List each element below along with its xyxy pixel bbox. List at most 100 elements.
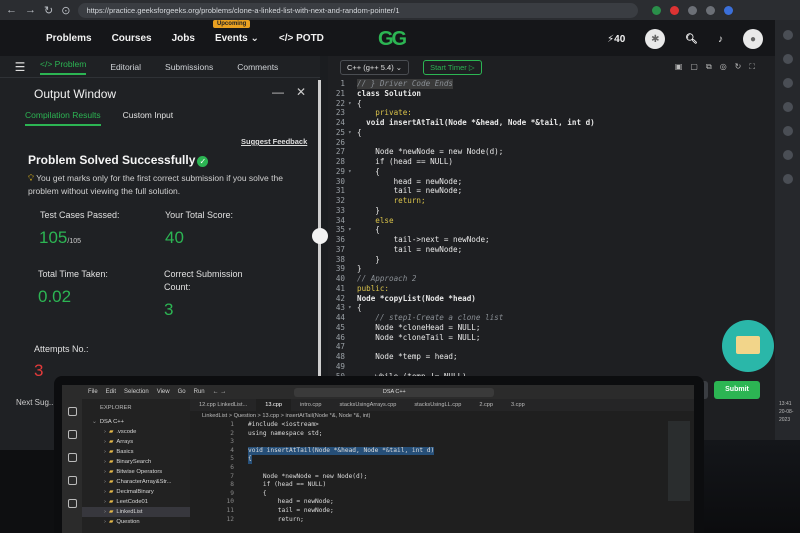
fold-chevron-icon[interactable] — [348, 274, 357, 284]
tree-folder[interactable]: › ▰ Question — [82, 517, 190, 527]
explorer-icon[interactable] — [67, 407, 77, 416]
fold-chevron-icon[interactable]: ▾ — [348, 303, 357, 313]
fold-chevron-icon[interactable] — [348, 323, 357, 333]
extension-icon[interactable] — [706, 5, 716, 15]
gfg-logo[interactable]: GG — [378, 28, 407, 51]
fold-chevron-icon[interactable] — [348, 196, 357, 206]
editor-tab[interactable]: stacksUsingLL.cpp — [405, 399, 470, 411]
menu-run[interactable]: Run — [194, 389, 205, 395]
editor-tab[interactable]: stacksUsingArrays.cpp — [330, 399, 405, 411]
fold-chevron-icon[interactable] — [348, 342, 357, 352]
fold-chevron-icon[interactable] — [348, 147, 357, 157]
fold-chevron-icon[interactable] — [348, 362, 357, 372]
extensions-icon[interactable] — [67, 476, 77, 485]
nav-events[interactable]: Upcoming Events ⌄ — [212, 19, 259, 44]
fold-chevron-icon[interactable] — [348, 264, 357, 274]
sidebar-icon[interactable] — [782, 174, 793, 184]
sidebar-icon[interactable] — [782, 126, 793, 136]
tree-folder[interactable]: › ▰ Arrays — [82, 437, 190, 447]
sidebar-icon[interactable] — [782, 54, 793, 64]
profile-icon[interactable] — [724, 5, 734, 15]
theme-toggle-icon[interactable]: ✱ — [645, 29, 666, 49]
fold-chevron-icon[interactable]: ▾ — [348, 128, 357, 138]
fold-chevron-icon[interactable] — [348, 255, 357, 265]
fold-chevron-icon[interactable] — [348, 245, 357, 255]
tree-folder[interactable]: › ▰ LinkedList — [82, 507, 190, 517]
fold-chevron-icon[interactable] — [348, 89, 357, 99]
fold-chevron-icon[interactable] — [348, 284, 357, 294]
nav-jobs[interactable]: Jobs — [172, 33, 195, 44]
reload-icon[interactable]: ↻ — [44, 4, 53, 17]
fold-chevron-icon[interactable] — [348, 118, 357, 128]
workspace-root[interactable]: ⌄ DSA C++ — [82, 417, 190, 427]
fold-chevron-icon[interactable] — [348, 79, 357, 89]
menu-go[interactable]: Go — [178, 389, 186, 395]
forward-icon[interactable]: → — [25, 4, 36, 16]
site-info-icon[interactable]: ⊙ — [61, 4, 70, 17]
tab-compilation-results[interactable]: Compilation Results — [25, 110, 101, 126]
sidebar-icon[interactable] — [782, 150, 793, 160]
suggest-feedback-link[interactable]: Suggest Feedback — [241, 137, 307, 146]
editor-tab[interactable]: intro.cpp — [291, 399, 330, 411]
search-icon[interactable] — [67, 430, 77, 439]
menu-file[interactable]: File — [88, 389, 98, 395]
source-control-icon[interactable] — [67, 453, 77, 462]
tree-folder[interactable]: › ▰ DecimalBinary — [82, 487, 190, 497]
minimize-icon[interactable]: — — [272, 85, 296, 99]
editor-tab[interactable]: 3.cpp — [502, 399, 534, 411]
back-icon[interactable]: ← — [6, 4, 17, 16]
close-icon[interactable]: ✕ — [296, 85, 318, 99]
splitter-handle[interactable] — [312, 228, 328, 244]
tree-folder[interactable]: › ▰ .vscode — [82, 427, 190, 437]
nav-problems[interactable]: Problems — [46, 33, 92, 44]
start-timer-button[interactable]: Start Timer ▷ — [423, 59, 482, 75]
fold-chevron-icon[interactable] — [348, 235, 357, 245]
fold-chevron-icon[interactable] — [348, 138, 357, 148]
tree-folder[interactable]: › ▰ LeetCode01 — [82, 497, 190, 507]
tree-folder[interactable]: › ▰ Basics — [82, 447, 190, 457]
fold-chevron-icon[interactable] — [348, 157, 357, 167]
language-select[interactable]: C++ (g++ 5.4) ⌄ — [340, 59, 410, 75]
extension-icon[interactable] — [652, 5, 662, 15]
address-bar[interactable]: https://practice.geeksforgeeks.org/probl… — [78, 2, 639, 18]
fold-chevron-icon[interactable]: ▾ — [348, 167, 357, 177]
editor-tab[interactable]: 13.cpp — [256, 399, 291, 411]
fold-chevron-icon[interactable] — [348, 313, 357, 323]
tab-custom-input[interactable]: Custom Input — [123, 110, 174, 126]
hamburger-icon[interactable]: ☰ — [0, 60, 40, 74]
fold-chevron-icon[interactable] — [348, 177, 357, 187]
vscode-code-area[interactable]: 1 #include <iostream> 2 using namespace std… — [190, 421, 660, 524]
editor-tab[interactable]: 2.cpp — [470, 399, 502, 411]
avatar[interactable]: ● — [743, 29, 763, 49]
nav-arrows-icon[interactable]: ← → — [213, 389, 227, 395]
remote-icon[interactable] — [67, 499, 77, 508]
editor-tool-icons[interactable]: ▣▢⧉◎↻⛶ — [675, 62, 763, 72]
fold-chevron-icon[interactable] — [348, 352, 357, 362]
submit-button[interactable]: Submit — [714, 381, 760, 399]
extension-icon[interactable] — [670, 5, 680, 15]
menu-selection[interactable]: Selection — [124, 389, 149, 395]
fold-chevron-icon[interactable] — [348, 206, 357, 216]
fold-chevron-icon[interactable] — [348, 294, 357, 304]
search-icon[interactable]: 🔍︎ — [685, 34, 698, 45]
tab-comments[interactable]: Comments — [237, 62, 278, 72]
briefcase-icon[interactable] — [722, 320, 774, 372]
tree-folder[interactable]: › ▰ BinarySearch — [82, 457, 190, 467]
sidebar-icon[interactable] — [782, 78, 793, 88]
tab-editorial[interactable]: Editorial — [110, 62, 141, 72]
extension-icon[interactable] — [688, 5, 698, 15]
fold-chevron-icon[interactable]: ▾ — [348, 99, 357, 109]
fold-chevron-icon[interactable] — [348, 108, 357, 118]
tab-submissions[interactable]: Submissions — [165, 62, 213, 72]
menu-edit[interactable]: Edit — [106, 389, 116, 395]
command-search[interactable]: DSA C++ — [294, 387, 495, 397]
fold-chevron-icon[interactable]: ▾ — [348, 225, 357, 235]
fold-chevron-icon[interactable] — [348, 216, 357, 226]
nav-potd[interactable]: </> POTD — [279, 33, 324, 44]
streak-counter[interactable]: ⚡40 — [607, 34, 625, 45]
fold-chevron-icon[interactable] — [348, 186, 357, 196]
sidebar-icon[interactable] — [782, 30, 793, 40]
fold-chevron-icon[interactable] — [348, 333, 357, 343]
sidebar-icon[interactable] — [782, 102, 793, 112]
editor-tab[interactable]: 12.cpp LinkedList... — [190, 399, 256, 411]
